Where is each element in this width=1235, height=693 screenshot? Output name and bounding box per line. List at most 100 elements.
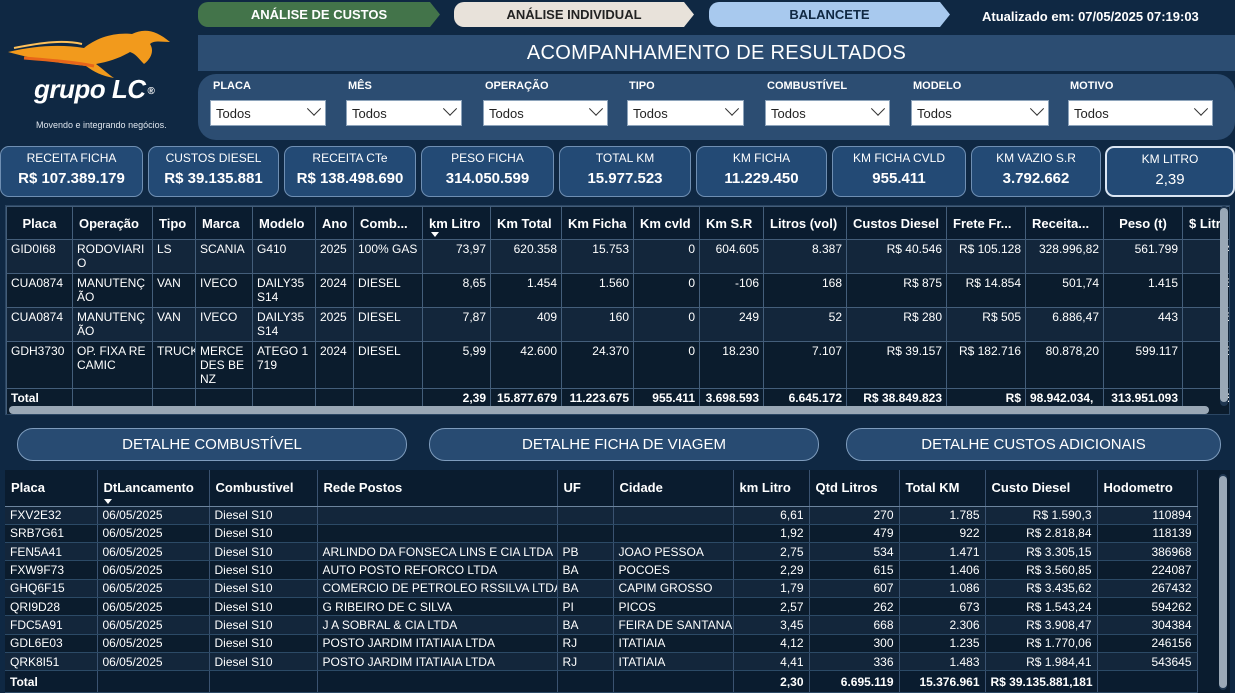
filter-select-placa[interactable]: Todos [210,100,326,126]
col-header-marca[interactable]: Marca [195,206,253,240]
cell: FEN5A41 [5,542,98,562]
cell: 246156 [1097,634,1198,653]
cell: 1.454 [490,273,562,308]
cell: R$ 40.546 [846,239,947,274]
col-header-ano[interactable]: Ano [315,206,354,240]
col-header-custos-diesel[interactable]: Custos Diesel [846,206,947,240]
table-row[interactable]: GDL6E03 06/05/2025 Diesel S10 POSTO JARDIM … [5,634,1198,653]
cell: DIESEL [353,307,423,342]
cell: 2,75 [733,542,810,562]
filter-select-tipo[interactable]: Todos [627,100,744,126]
table-row[interactable]: GDH3730 OP. FIXA RECAMIC TRUCK MERCEDES … [6,341,1229,389]
horizontal-scrollbar-thumb[interactable] [9,406,1209,414]
cell: 06/05/2025 [97,524,210,544]
cell: 24.370 [561,341,634,389]
col-header-placa[interactable]: Placa [6,206,73,240]
cell: 06/05/2025 [97,506,210,525]
table-row[interactable]: SRB7G61 06/05/2025 Diesel S10 1,92 479 922 R$ … [5,524,1198,544]
kpi-value: R$ 39.135.881 [164,170,263,187]
table-row[interactable]: GHQ6F15 06/05/2025 Diesel S10 COMERCIO DE P… [5,579,1198,598]
cell: 224087 [1097,560,1198,580]
col-header-custo-diesel[interactable]: Custo Diesel [985,470,1098,507]
cell: ATEGO 1719 [252,341,316,389]
kpi-label: PESO FICHA [451,151,524,165]
col-header-total-km[interactable]: Total KM [899,470,986,507]
cell: Diesel S10 [209,560,318,580]
filter-value: Todos [216,105,251,121]
col-header-receita[interactable]: Receita... [1025,206,1104,240]
cell: PI [557,597,614,617]
col-header-km-litro[interactable]: km Litro [422,206,491,240]
kpi-label: CUSTOS DIESEL [165,151,262,165]
scrollbar-thumb[interactable] [1220,208,1228,402]
table-row[interactable]: CUA0874 MANUTENÇÃO VAN IVECO DAILY35S14 … [6,307,1229,342]
col-header-combustivel[interactable]: Combustivel [209,470,318,507]
filter-select-modelo[interactable]: Todos [911,100,1049,126]
filter-panel: PLACA Todos MÊS Todos OPERAÇÃO Todos TIP… [198,74,1235,140]
table-row[interactable]: FXV2E32 06/05/2025 Diesel S10 6,61 270 1.785 R… [5,506,1198,525]
col-header-qtd-litros[interactable]: Qtd Litros [809,470,900,507]
cell [557,524,614,544]
table-row[interactable]: QRI9D28 06/05/2025 Diesel S10 G RIBEIRO DE … [5,597,1198,617]
kpi-label: TOTAL KM [595,151,655,165]
cell: DAILY35S14 [252,307,316,342]
vertical-scrollbar[interactable] [1219,474,1227,690]
col-header-peso[interactable]: Peso (t) [1103,206,1183,240]
detalhe-custos-adicionais-button[interactable]: DETALHE CUSTOS ADICIONAIS [846,428,1221,461]
tab-analise-de-custos[interactable]: ANÁLISE DE CUSTOS [198,2,440,27]
vertical-scrollbar[interactable] [1220,206,1228,406]
kpi-label: RECEITA FICHA [26,151,117,165]
table-row[interactable]: FEN5A41 06/05/2025 Diesel S10 ARLINDO DA FO… [5,542,1198,562]
col-header-rede-postos[interactable]: Rede Postos [317,470,558,507]
col-header-combustivel[interactable]: Comb... [353,206,423,240]
col-header-frete[interactable]: Frete Fr... [946,206,1026,240]
table-row[interactable]: QRK8I51 06/05/2025 Diesel S10 POSTO JARDIM … [5,652,1198,672]
table-row[interactable]: FDC5A91 06/05/2025 Diesel S10 J A SOBRAL & … [5,615,1198,635]
cell: R$ 505 [946,307,1026,342]
table-row[interactable]: FXW9F73 06/05/2025 Diesel S10 AUTO POSTO RE… [5,560,1198,580]
col-header-km-total[interactable]: Km Total [490,206,562,240]
col-header-dtlancamento[interactable]: DtLancamento [97,470,210,507]
cell: CUA0874 [6,307,73,342]
cell: 300 [809,634,900,653]
col-header-tipo[interactable]: Tipo [152,206,196,240]
filter-select-combustivel[interactable]: Todos [765,100,890,126]
tab-balancete[interactable]: BALANCETE [709,2,950,27]
cell [557,670,614,693]
cell: 249 [699,307,764,342]
cell: 594262 [1097,597,1198,617]
chevron-down-icon [442,101,458,116]
filter-select-mes[interactable]: Todos [346,100,462,126]
table-row[interactable]: GID0I68 RODOVIARIO LS SCANIA G410 2025 1… [6,239,1229,274]
col-header-km-litro[interactable]: km Litro [733,470,810,507]
col-header-placa[interactable]: Placa [5,470,98,507]
filter-select-motivo[interactable]: Todos [1068,100,1213,126]
cell: MERCEDES BENZ [195,341,253,389]
col-header-operacao[interactable]: Operação [72,206,153,240]
fuel-detail-table[interactable]: Placa DtLancamento Combustivel Rede Post… [5,470,1230,693]
detalhe-ficha-viagem-button[interactable]: DETALHE FICHA DE VIAGEM [429,428,819,461]
cell: ITATIAIA [613,652,734,672]
kpi-value: 15.977.523 [587,170,663,187]
cell: R$ 1.984,41 [985,652,1098,672]
cell: 6.886,47 [1025,307,1104,342]
cell: JOAO PESSOA [613,542,734,562]
table-row[interactable]: CUA0874 MANUTENÇÃO VAN IVECO DAILY35S14 … [6,273,1229,308]
cell: 673 [899,597,986,617]
tab-analise-individual[interactable]: ANÁLISE INDIVIDUAL [454,2,694,27]
cell: POSTO JARDIM ITATIAIA LTDA [317,652,558,672]
col-header-hodometro[interactable]: Hodometro [1097,470,1198,507]
col-header-km-ficha[interactable]: Km Ficha [561,206,634,240]
cell: CAPIM GROSSO [613,579,734,598]
detalhe-combustivel-button[interactable]: DETALHE COMBUSTÍVEL [17,428,407,461]
company-logo: grupo LC ® Movendo e integrando negócios. [0,0,195,140]
col-header-km-cvld[interactable]: Km cvld [633,206,700,240]
col-header-cidade[interactable]: Cidade [613,470,734,507]
col-header-litros[interactable]: Litros (vol) [763,206,847,240]
filter-select-operacao[interactable]: Todos [483,100,608,126]
scrollbar-thumb[interactable] [1219,476,1227,688]
col-header-uf[interactable]: UF [557,470,614,507]
col-header-km-sr[interactable]: Km S.R [699,206,764,240]
col-header-modelo[interactable]: Modelo [252,206,316,240]
vehicle-results-table[interactable]: Placa Operação Tipo Marca Modelo Ano Com… [5,205,1230,415]
